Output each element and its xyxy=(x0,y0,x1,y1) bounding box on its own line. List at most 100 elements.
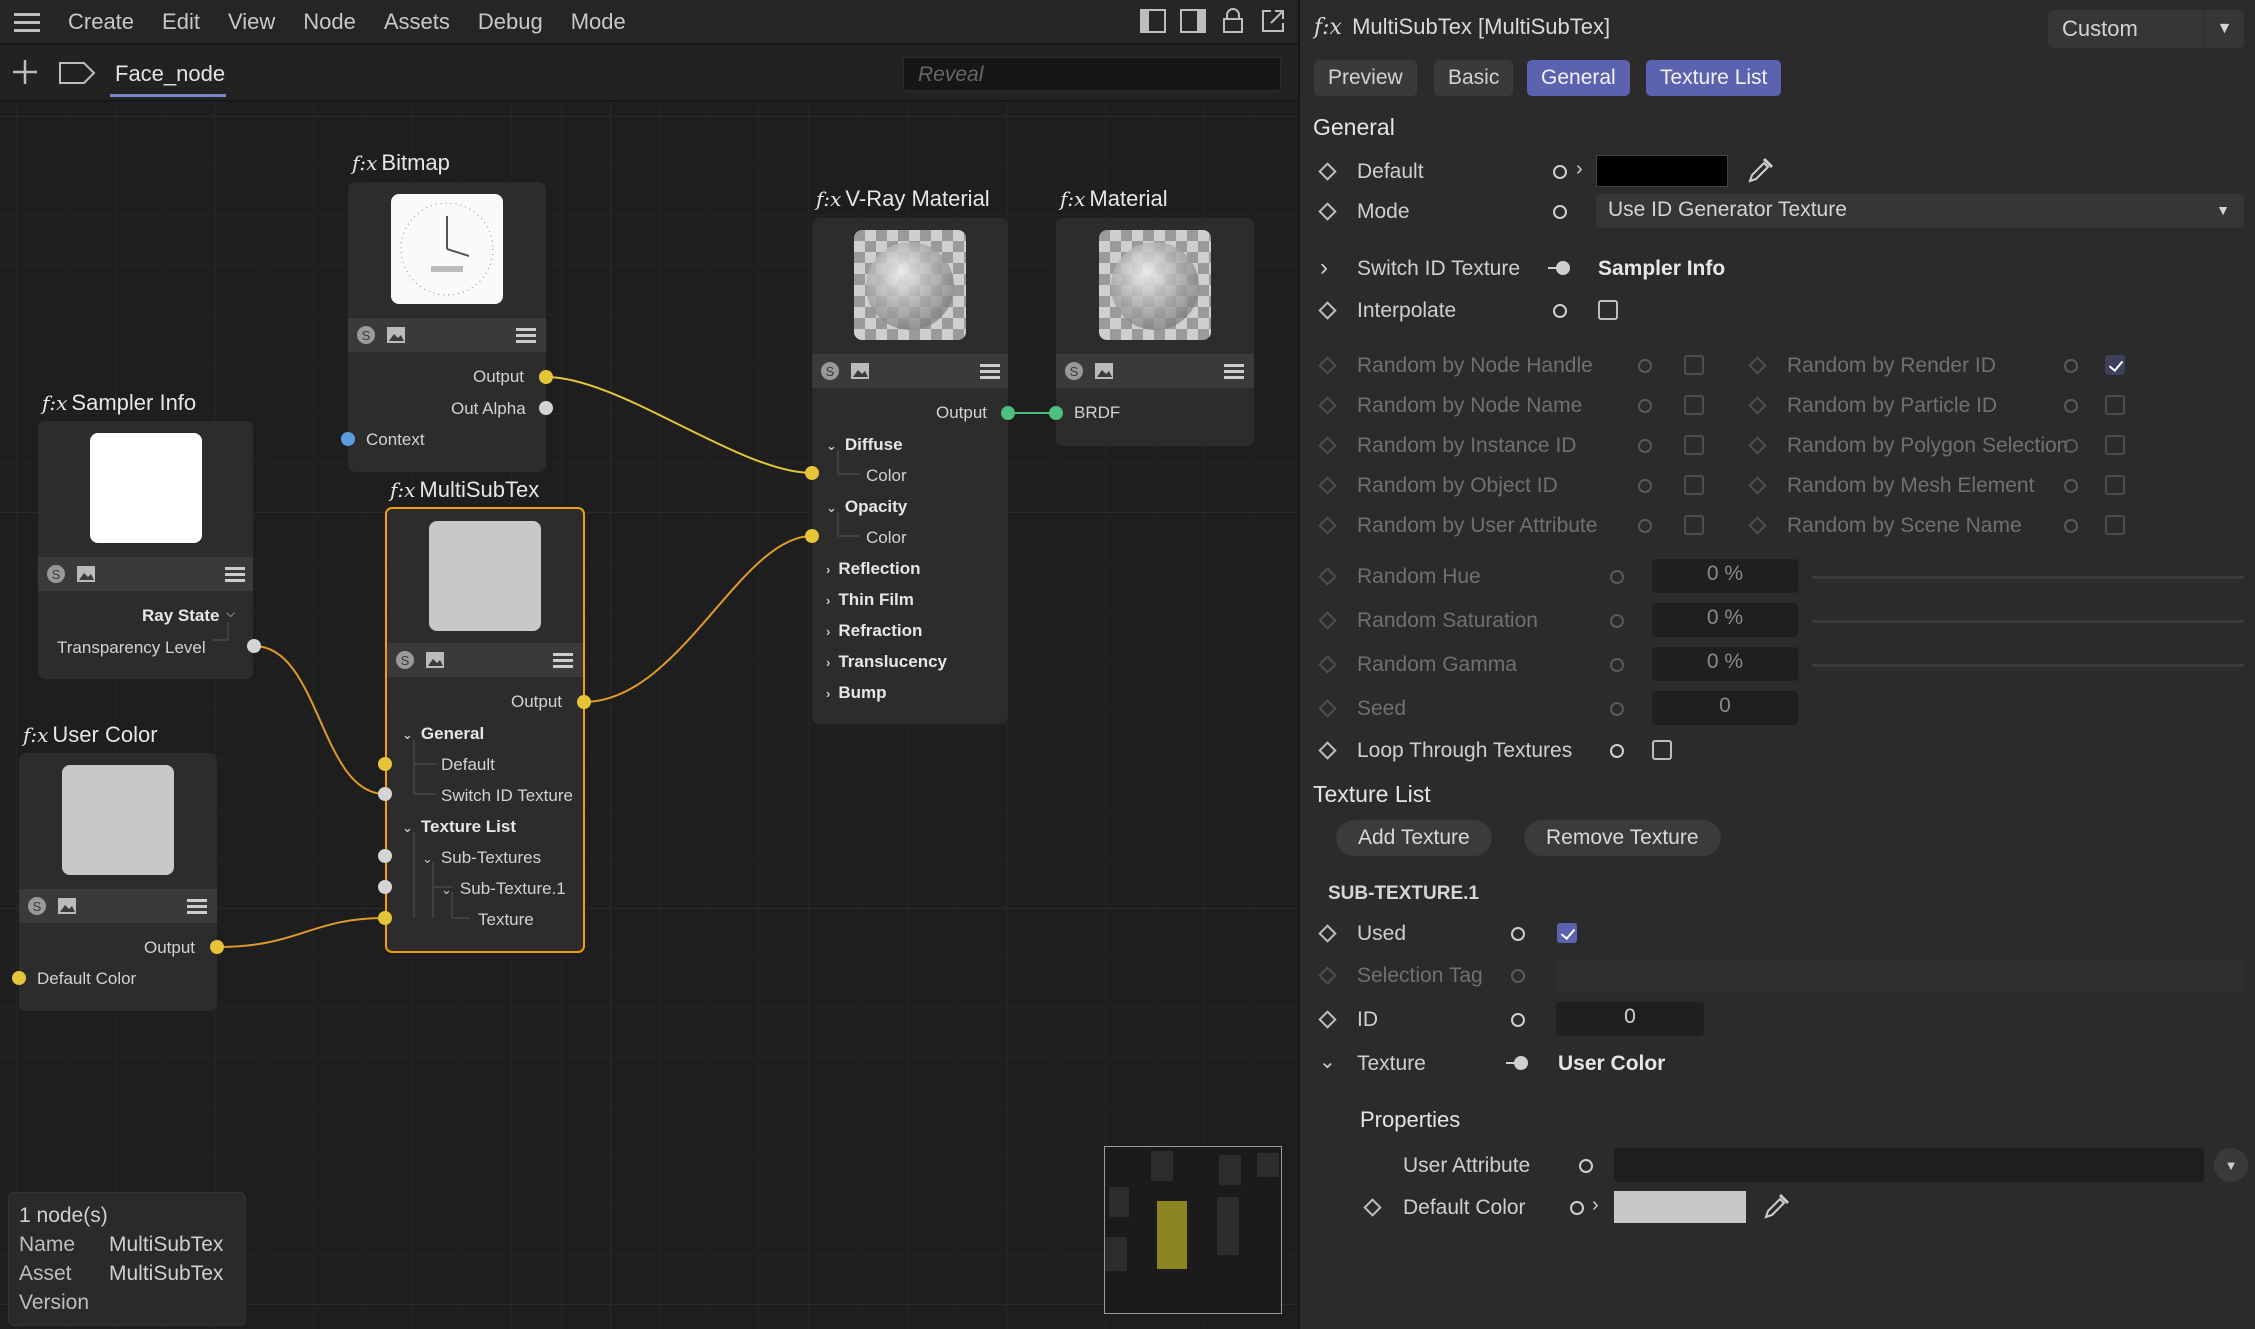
vray-translucency-label[interactable]: › Translucency xyxy=(826,652,947,672)
menu-mode[interactable]: Mode xyxy=(557,9,640,35)
chevron-right-icon[interactable]: › xyxy=(1592,1194,1599,1217)
minimap[interactable] xyxy=(1104,1146,1282,1314)
port-circle-icon[interactable] xyxy=(1553,304,1567,318)
multisub-texture-port[interactable] xyxy=(378,911,392,925)
port-circle-icon[interactable] xyxy=(1511,1013,1525,1027)
menu-node[interactable]: Node xyxy=(289,9,370,35)
mode-select[interactable]: Use ID Generator Texture ▼ xyxy=(1596,194,2244,228)
user-attribute-field[interactable] xyxy=(1614,1148,2204,1182)
image-icon[interactable] xyxy=(386,325,406,345)
multisub-sub-texture-1-port[interactable] xyxy=(378,880,392,894)
pop-out-icon[interactable] xyxy=(1258,6,1288,36)
vray-thin-film-label[interactable]: › Thin Film xyxy=(826,590,914,610)
menu-create[interactable]: Create xyxy=(54,9,148,35)
dollar-icon[interactable]: S xyxy=(27,896,47,916)
vray-output-port[interactable] xyxy=(1001,406,1015,420)
used-checkbox[interactable] xyxy=(1557,923,1577,943)
reveal-search-input[interactable]: Reveal xyxy=(903,57,1281,91)
chevron-right-icon[interactable]: › xyxy=(1320,254,1328,282)
multisub-output-port[interactable] xyxy=(577,695,591,709)
image-icon[interactable] xyxy=(76,564,96,584)
image-icon[interactable] xyxy=(850,361,870,381)
image-icon[interactable] xyxy=(1094,361,1114,381)
node-menu-icon[interactable] xyxy=(516,325,536,345)
vray-diffuse-color-port[interactable] xyxy=(805,466,819,480)
node-menu-icon[interactable] xyxy=(1224,361,1244,381)
lock-icon[interactable] xyxy=(1218,6,1248,36)
node-menu-icon[interactable] xyxy=(980,361,1000,381)
menu-view[interactable]: View xyxy=(214,9,289,35)
tab-preview[interactable]: Preview xyxy=(1314,60,1417,96)
default-color-swatch[interactable] xyxy=(1596,155,1728,187)
vray-bump-label[interactable]: › Bump xyxy=(826,683,887,703)
usercolor-default-color-port[interactable] xyxy=(12,971,26,985)
menu-debug[interactable]: Debug xyxy=(464,9,557,35)
connected-port-icon[interactable] xyxy=(1506,1054,1532,1077)
keyframe-diamond-icon[interactable] xyxy=(1318,924,1337,943)
vray-reflection-label[interactable]: › Reflection xyxy=(826,559,921,579)
multisub-sub-textures-port[interactable] xyxy=(378,849,392,863)
keyframe-diamond-icon[interactable] xyxy=(1318,162,1337,181)
bitmap-out-alpha-port[interactable] xyxy=(539,401,553,415)
left-panel-icon[interactable] xyxy=(1138,6,1168,36)
add-tab-icon[interactable] xyxy=(12,59,38,90)
layout-select[interactable]: Custom ▼ xyxy=(2048,10,2244,48)
right-panel-icon[interactable] xyxy=(1178,6,1208,36)
dollar-icon[interactable]: S xyxy=(46,564,66,584)
node-menu-icon[interactable] xyxy=(225,564,245,584)
bitmap-node[interactable]: S xyxy=(348,182,546,472)
tab-texture-list[interactable]: Texture List xyxy=(1646,60,1782,96)
node-menu-icon[interactable] xyxy=(187,896,207,916)
switch-id-value[interactable]: Sampler Info xyxy=(1598,257,1725,281)
tab-general[interactable]: General xyxy=(1527,60,1630,96)
vray-material-node[interactable]: S xyxy=(812,218,1008,724)
remove-texture-button[interactable]: Remove Texture xyxy=(1524,820,1721,856)
bitmap-context-port[interactable] xyxy=(341,432,355,446)
port-circle-icon[interactable] xyxy=(1610,744,1624,758)
connected-port-icon[interactable] xyxy=(1548,259,1574,282)
tab-face-node[interactable]: Face_node xyxy=(115,61,225,87)
texture-value[interactable]: User Color xyxy=(1558,1052,1665,1076)
multisub-switch-id-port[interactable] xyxy=(378,787,392,801)
keyframe-diamond-icon[interactable] xyxy=(1318,741,1337,760)
chevron-right-icon[interactable]: › xyxy=(1576,158,1583,181)
menu-edit[interactable]: Edit xyxy=(148,9,214,35)
vray-refraction-label[interactable]: › Refraction xyxy=(826,621,922,641)
node-menu-icon[interactable] xyxy=(553,650,573,670)
add-texture-button[interactable]: Add Texture xyxy=(1336,820,1492,856)
tab-basic[interactable]: Basic xyxy=(1434,60,1514,96)
chevron-down-icon[interactable]: ▼ xyxy=(2214,1148,2248,1182)
image-icon[interactable] xyxy=(57,896,77,916)
keyframe-diamond-icon[interactable] xyxy=(1318,1010,1337,1029)
port-circle-icon[interactable] xyxy=(1511,927,1525,941)
bitmap-output-port[interactable] xyxy=(539,370,553,384)
id-field[interactable]: 0 xyxy=(1556,1002,1704,1036)
multisub-default-port[interactable] xyxy=(378,757,392,771)
port-circle-icon[interactable] xyxy=(1579,1159,1593,1173)
keyframe-diamond-icon[interactable] xyxy=(1318,301,1337,320)
vray-opacity-color-port[interactable] xyxy=(805,529,819,543)
port-circle-icon[interactable] xyxy=(1553,205,1567,219)
menu-assets[interactable]: Assets xyxy=(370,9,464,35)
dollar-icon[interactable]: S xyxy=(1064,361,1084,381)
tag-icon[interactable] xyxy=(58,61,96,90)
usercolor-output-port[interactable] xyxy=(210,940,224,954)
loop-checkbox[interactable] xyxy=(1652,740,1672,760)
dollar-icon[interactable]: S xyxy=(395,650,415,670)
dollar-icon[interactable]: S xyxy=(356,325,376,345)
keyframe-diamond-icon[interactable] xyxy=(1363,1198,1382,1217)
sampler-transparency-port[interactable] xyxy=(247,639,261,653)
material-brdf-port[interactable] xyxy=(1049,406,1063,420)
keyframe-diamond-icon[interactable] xyxy=(1318,202,1337,221)
eyedropper-icon[interactable] xyxy=(1746,155,1776,190)
chevron-down-icon[interactable]: ⌄ xyxy=(1319,1049,1336,1074)
port-circle-icon[interactable] xyxy=(1553,165,1567,179)
chevron-down-icon[interactable]: ⌵ xyxy=(226,606,235,621)
interpolate-checkbox[interactable] xyxy=(1598,300,1618,320)
eyedropper-icon[interactable] xyxy=(1762,1191,1792,1226)
hamburger-menu-icon[interactable] xyxy=(0,0,54,44)
chevron-down-icon[interactable]: ▼ xyxy=(2204,10,2244,48)
image-icon[interactable] xyxy=(425,650,445,670)
dollar-icon[interactable]: S xyxy=(820,361,840,381)
port-circle-icon[interactable] xyxy=(1570,1201,1584,1215)
